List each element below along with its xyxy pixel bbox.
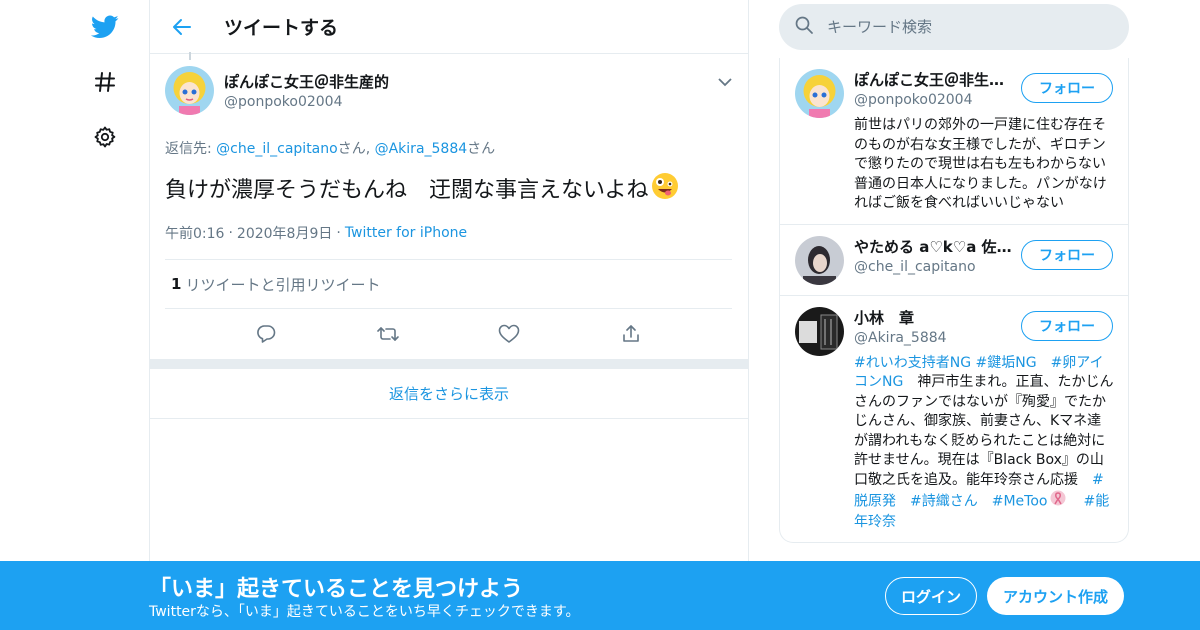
avatar[interactable] [795,69,844,118]
user-handle[interactable]: @ponpoko02004 [854,92,1014,108]
ribbon-emoji [1050,490,1066,513]
tweet-source-link[interactable]: Twitter for iPhone [345,225,467,241]
hashtag-link[interactable]: #れいわ支持者NG [854,355,971,371]
show-more-replies-link[interactable]: 返信をさらに表示 [150,369,748,419]
user-bio: #れいわ支持者NG #鍵垢NG #卵アイコンNG 神戸市生まれ。正直、たかじんさ… [854,354,1114,533]
author-name[interactable]: ぽんぽこ女王＠非生産的 [224,71,389,92]
reply-to-line: 返信先: @che_il_capitanoさん, @Akira_5884さん [165,138,732,158]
chevron-down-icon[interactable] [718,72,732,91]
user-name[interactable]: 小林 章 [854,307,1014,328]
thread-line [189,52,191,60]
zany-face-emoji [651,172,679,209]
user-card[interactable]: やためる a♡k♡a 佐々木 @che_il_capitano フォロー [780,223,1128,295]
follow-button[interactable]: フォロー [1021,73,1113,103]
share-icon[interactable] [616,319,646,349]
user-name[interactable]: ぽんぽこ女王＠非生産的 [854,69,1014,90]
user-name[interactable]: やためる a♡k♡a 佐々木 [854,236,1014,257]
author-handle[interactable]: @ponpoko02004 [224,94,389,110]
avatar[interactable] [165,65,214,115]
twitter-bird-icon[interactable] [90,12,120,42]
divider [150,359,748,369]
reply-prefix: 返信先: [165,141,217,157]
main-column: ツイートする ぽんぽこ女王＠非生産的 @ponpoko02004 返信先: @c… [149,0,749,630]
user-card[interactable]: 小林 章 @Akira_5884 フォロー #れいわ支持者NG #鍵垢NG #卵… [780,294,1128,543]
reply-suffix: さん, [337,141,375,157]
reply-user-link[interactable]: @Akira_5884 [375,141,468,157]
user-handle[interactable]: @che_il_capitano [854,259,1014,275]
tweet-stats[interactable]: 1 リツイートと引用リツイート [165,259,732,309]
signup-button[interactable]: アカウント作成 [987,577,1124,615]
tweet-detail: ぽんぽこ女王＠非生産的 @ponpoko02004 返信先: @che_il_c… [150,52,748,359]
user-card[interactable]: ぽんぽこ女王＠非生産的 @ponpoko02004 フォロー 前世はパリの郊外の… [780,58,1128,224]
hashtag-link[interactable]: #鍵垢NG [976,355,1037,371]
follow-button[interactable]: フォロー [1021,310,1113,341]
tweet-time[interactable]: 午前0:16 [165,223,224,243]
meta-separator: · [336,225,341,241]
page-header: ツイートする [150,0,748,54]
bio-text: 神戸市生まれ。正直、たかじんさんのファンではないが『殉愛』でたかじんさん、御家族… [854,374,1114,488]
retweet-icon[interactable] [373,319,403,349]
hashtag-link[interactable]: #詩織さん [910,493,978,509]
search-box[interactable] [779,4,1129,50]
tweet-author: ぽんぽこ女王＠非生産的 @ponpoko02004 [165,64,732,116]
search-input[interactable] [827,18,1087,36]
retweet-label: リツイートと引用リツイート [185,275,381,294]
tweet-date[interactable]: 2020年8月9日 [237,223,332,243]
hashtag-link[interactable]: #MeToo [992,493,1048,509]
meta-separator: · [228,225,233,241]
back-arrow-icon[interactable] [170,15,194,39]
tweet-body: 負けが濃厚そうだもんね 迂闊な事言えないよね [165,177,649,203]
reply-user-link[interactable]: @che_il_capitano [216,141,338,157]
login-button[interactable]: ログイン [885,577,977,615]
gear-icon[interactable] [90,122,120,152]
signup-banner: 「いま」起きていることを見つけよう Twitterなら、「いま」起きていることを… [0,561,1200,630]
tweet-meta: 午前0:16 · 2020年8月9日 · Twitter for iPhone [165,223,732,243]
related-users-card: ぽんぽこ女王＠非生産的 @ponpoko02004 フォロー 前世はパリの郊外の… [779,58,1129,543]
retweet-count: 1 [171,275,182,293]
left-nav [70,0,150,630]
avatar[interactable] [795,306,844,356]
search-icon [795,16,813,38]
tweet-text: 負けが濃厚そうだもんね 迂闊な事言えないよね [165,172,732,209]
user-handle[interactable]: @Akira_5884 [854,330,1014,346]
page-title: ツイートする [224,17,339,39]
user-bio: 前世はパリの郊外の一戸建に住む存在そのものが右な女王様でしたが、ギロチンで懲りた… [854,117,1107,211]
tweet-actions [165,309,732,359]
avatar[interactable] [795,235,844,285]
reply-suffix: さん [467,141,496,157]
follow-button[interactable]: フォロー [1021,239,1113,270]
banner-title: 「いま」起きていることを見つけよう [149,577,524,602]
reply-icon[interactable] [251,319,281,349]
hashtag-icon[interactable] [90,67,120,97]
banner-subtitle: Twitterなら、「いま」起きていることをいち早くチェックできます。 [149,604,580,620]
like-heart-icon[interactable] [494,319,524,349]
